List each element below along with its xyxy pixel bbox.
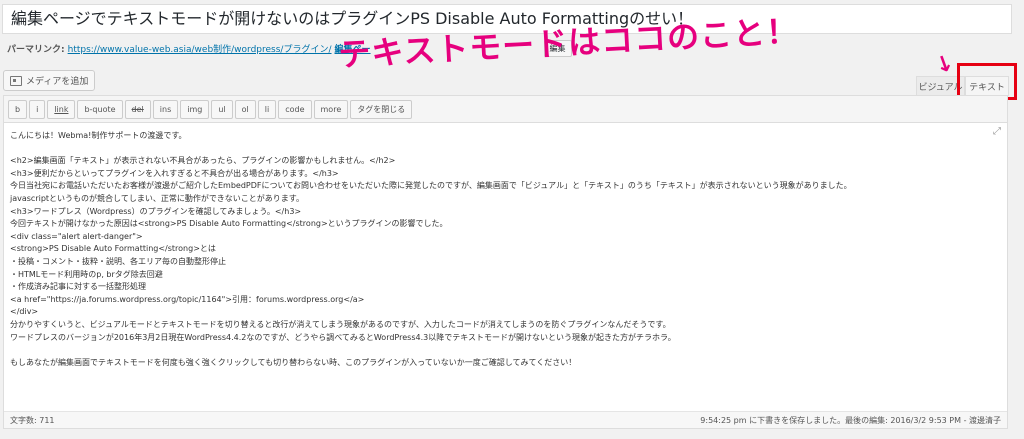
quicktag-button[interactable]: li (257, 99, 277, 119)
quicktag-button[interactable]: img (180, 99, 210, 119)
content-line: ワードプレスのバージョンが2016年3月2日現在WordPress4.4.2なの… (10, 332, 676, 342)
add-media-label: メディアを追加 (26, 77, 89, 87)
content-line: ・投稿・コメント・抜粋・説明、各エリア毎の自動整形停止 (10, 256, 226, 266)
content-line: 今回テキストが開けなかった原因は<strong>PS Disable Auto … (10, 219, 448, 229)
quicktag-button[interactable]: more (313, 99, 349, 119)
status-bar: 文字数: 711 9:54:25 pm に下書きを保存しました。最後の編集: 2… (4, 411, 1007, 428)
content-line: </div> (10, 307, 39, 317)
quicktags-toolbar: b i link b-quote del ins img ul ol li code more タグを閉… (4, 96, 1007, 123)
editor: b i link b-quote del ins img ul ol li code more タグを閉… (3, 95, 1008, 429)
permalink-label: パーマリンク: (7, 45, 65, 55)
content-line: こんにちは！Webma!制作サポートの渡邊です。 (10, 131, 187, 140)
quicktag-button[interactable]: link (47, 99, 76, 119)
quicktag-button[interactable]: ul (211, 99, 233, 119)
content-line: もしあなたが編集画面でテキストモードを何度も強く強くクリックしても切り替わらない… (10, 357, 577, 367)
quicktag-button[interactable]: b (8, 99, 28, 119)
add-media-button[interactable]: メディアを追加 (3, 70, 96, 91)
content-line (10, 143, 1000, 156)
content-line (10, 344, 1000, 357)
quicktag-button[interactable]: del (124, 99, 151, 119)
word-count: 文字数: 711 (10, 415, 55, 425)
quicktag-button[interactable]: ol (234, 99, 256, 119)
quicktag-button[interactable]: タグを閉じる (350, 99, 413, 119)
content-line: ・HTMLモード利用時のp, brタグ除去回避 (10, 269, 163, 279)
permalink-url[interactable]: https://www.value-web.asia/web制作/wordpre… (68, 42, 332, 55)
media-icon (10, 75, 22, 86)
editor-content[interactable]: こんにちは！Webma!制作サポートの渡邊です。 <h2>編集画面「テキスト」が表… (10, 130, 1000, 369)
content-line: 今日当社宛にお電話いただいたお客様が渡邊がご紹介したEmbedPDFについてお問… (10, 181, 852, 191)
content-line: <h3>ワードプレス（Wordpress）のプラグインを確認してみましょう。</… (10, 206, 302, 216)
content-line: <a href="https://ja.forums.wordpress.org… (10, 294, 365, 304)
content-line: <strong>PS Disable Auto Formatting</stro… (10, 244, 216, 254)
content-line: ・作成済み記事に対する一括整形処理 (10, 282, 146, 292)
content-line: <h2>編集画面「テキスト」が表示されない不具合があったら、プラグインの影響かも… (10, 156, 396, 166)
content-line: <h3>便利だからといってプラグインを入れすぎると不具合が出る場合があります。<… (10, 168, 339, 178)
content-line: javascriptというものが競合してしまい、正常に動作ができないことがありま… (10, 193, 305, 203)
quicktag-button[interactable]: ins (152, 99, 179, 119)
save-status: 9:54:25 pm に下書きを保存しました。最後の編集: 2016/3/2 9… (700, 415, 1001, 425)
quicktag-button[interactable]: b-quote (77, 99, 123, 119)
quicktag-button[interactable]: i (29, 99, 46, 119)
quicktag-button[interactable]: code (278, 99, 312, 119)
content-line: <div class="alert alert-danger"> (10, 231, 143, 241)
content-line: 分かりやすくいうと、ビジュアルモードとテキストモードを切り替えると改行が消えてし… (10, 319, 671, 329)
